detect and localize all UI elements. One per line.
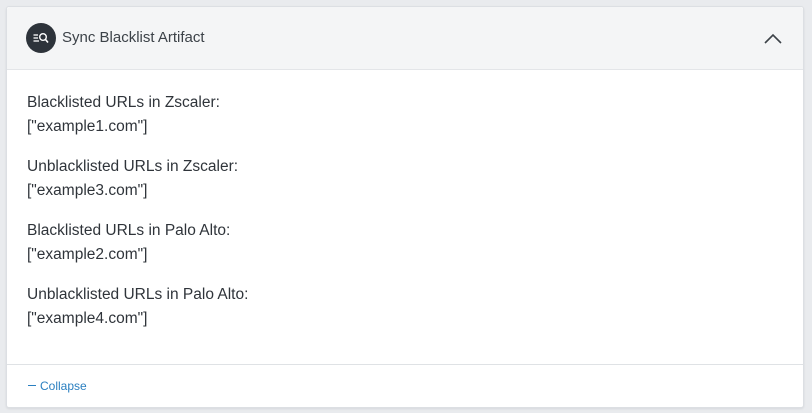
card-footer: Collapse bbox=[7, 364, 803, 407]
collapse-button[interactable]: Collapse bbox=[28, 378, 87, 394]
entry-label: Blacklisted URLs in Zscaler: bbox=[27, 94, 220, 111]
list-item: Blacklisted URLs in Palo Alto: ["example… bbox=[27, 219, 783, 283]
panel-title: Sync Blacklist Artifact bbox=[62, 29, 205, 46]
artifact-content: Blacklisted URLs in Zscaler: ["example1.… bbox=[27, 91, 783, 347]
card-header[interactable]: Sync Blacklist Artifact bbox=[7, 7, 803, 70]
list-search-icon bbox=[26, 23, 56, 53]
chevron-up-icon[interactable] bbox=[763, 29, 783, 47]
collapse-label: Collapse bbox=[40, 379, 87, 393]
entry-label: Blacklisted URLs in Palo Alto: bbox=[27, 222, 231, 239]
list-item: Unblacklisted URLs in Palo Alto: ["examp… bbox=[27, 283, 783, 347]
entry-label: Unblacklisted URLs in Zscaler: bbox=[27, 158, 239, 175]
list-item: Unblacklisted URLs in Zscaler: ["example… bbox=[27, 155, 783, 219]
list-item: Blacklisted URLs in Zscaler: ["example1.… bbox=[27, 91, 783, 155]
entry-value: ["example3.com"] bbox=[27, 182, 148, 199]
entry-label: Unblacklisted URLs in Palo Alto: bbox=[27, 286, 249, 303]
entry-value: ["example4.com"] bbox=[27, 310, 148, 327]
artifact-card: Sync Blacklist Artifact Blacklisted URLs… bbox=[6, 6, 804, 408]
minus-icon bbox=[28, 385, 36, 387]
entry-value: ["example2.com"] bbox=[27, 246, 148, 263]
entry-value: ["example1.com"] bbox=[27, 118, 148, 135]
